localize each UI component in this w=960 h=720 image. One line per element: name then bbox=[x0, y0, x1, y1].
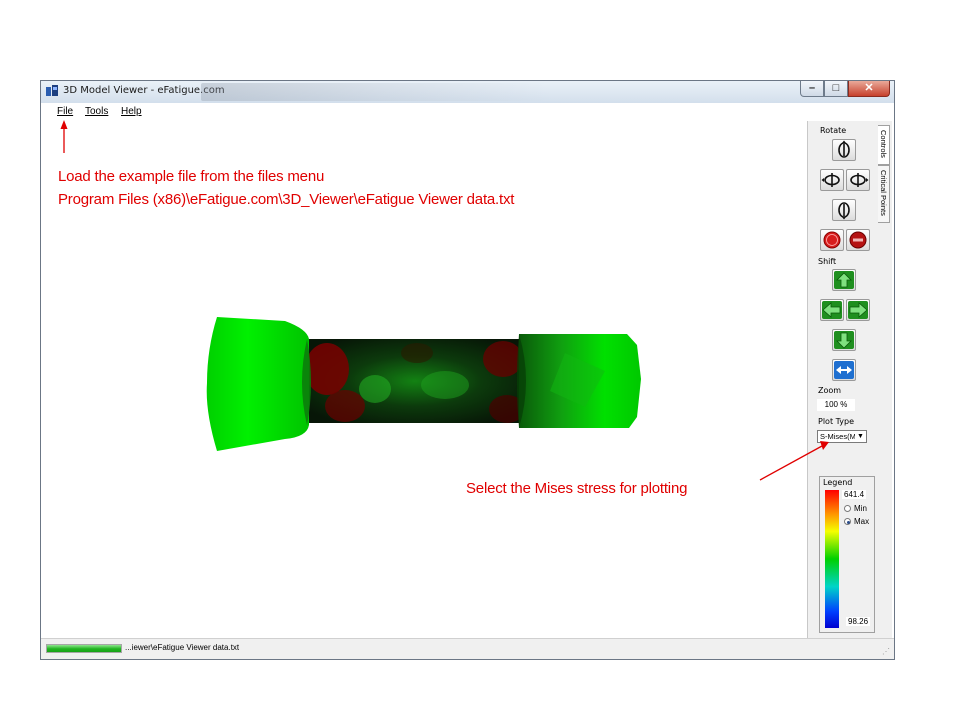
status-file-path: ...iewer\eFatigue Viewer data.txt bbox=[125, 643, 240, 652]
menu-tools[interactable]: Tools bbox=[85, 106, 108, 117]
zoom-field[interactable]: 100 % bbox=[817, 399, 855, 411]
radio-min-label: Min bbox=[854, 504, 867, 513]
load-progress-bar bbox=[46, 644, 122, 653]
tab-critical-points[interactable]: Critical Points bbox=[878, 165, 890, 223]
legend-title: Legend bbox=[823, 478, 853, 487]
menu-file[interactable]: File bbox=[57, 106, 73, 117]
annotation-load-line2: Program Files (x86)\eFatigue.com\3D_View… bbox=[58, 191, 515, 208]
legend-panel: Legend 641.4 Min Max 98.26 bbox=[819, 476, 875, 633]
close-button[interactable]: ✕ bbox=[848, 81, 890, 97]
status-bar: ...iewer\eFatigue Viewer data.txt ⋰ bbox=[41, 638, 894, 659]
radio-max[interactable] bbox=[844, 518, 851, 525]
maximize-button[interactable]: □ bbox=[824, 81, 848, 97]
tab-controls-label: Controls bbox=[879, 130, 888, 158]
legend-min-value: 98.26 bbox=[846, 617, 871, 626]
arrow-down-icon bbox=[834, 331, 854, 349]
stop-button[interactable] bbox=[820, 229, 844, 251]
close-icon: ✕ bbox=[864, 82, 874, 94]
rotate-vertical-icon bbox=[838, 140, 850, 158]
shift-left-button[interactable] bbox=[820, 299, 844, 321]
shift-up-button[interactable] bbox=[832, 269, 856, 291]
center-arrows-icon bbox=[834, 361, 854, 379]
window-controls: – □ ✕ bbox=[800, 81, 890, 99]
chevron-down-icon: ▼ bbox=[855, 431, 866, 442]
annotation-mises-note: Select the Mises stress for plotting bbox=[466, 480, 688, 497]
arrow-left-icon bbox=[822, 301, 842, 319]
rotate-up-button[interactable] bbox=[832, 139, 856, 161]
plot-type-select[interactable]: S-Mises(M ▼ bbox=[817, 430, 867, 443]
maximize-icon: □ bbox=[832, 82, 840, 94]
rotate-right-button[interactable] bbox=[846, 169, 870, 191]
resize-grip-icon[interactable]: ⋰ bbox=[882, 647, 890, 656]
legend-color-bar bbox=[825, 490, 839, 628]
shift-label: Shift bbox=[818, 257, 837, 266]
menu-help[interactable]: Help bbox=[121, 106, 142, 117]
shift-right-button[interactable] bbox=[846, 299, 870, 321]
radio-min[interactable] bbox=[844, 505, 851, 512]
center-button[interactable] bbox=[832, 359, 856, 381]
legend-max-value: 641.4 bbox=[842, 490, 867, 499]
right-panel: Rotate Shift Zoom 100 % Plot Type S-Mise… bbox=[807, 121, 892, 639]
rotate-vertical-down-icon bbox=[838, 202, 850, 220]
rotate-left-button[interactable] bbox=[820, 169, 844, 191]
legend-min-option[interactable]: Min bbox=[844, 504, 867, 513]
app-icon bbox=[46, 85, 58, 96]
rotate-left-icon bbox=[821, 173, 840, 187]
plot-type-label: Plot Type bbox=[818, 417, 854, 426]
stop-icon bbox=[823, 231, 841, 249]
radio-max-label: Max bbox=[854, 517, 870, 526]
app-window: 3D Model Viewer - eFatigue.com – □ ✕ Fil… bbox=[40, 80, 895, 660]
shift-down-button[interactable] bbox=[832, 329, 856, 351]
zoom-label: Zoom bbox=[818, 386, 842, 395]
controls-panel: Rotate Shift Zoom 100 % Plot Type S-Mise… bbox=[812, 121, 876, 639]
minimize-button[interactable]: – bbox=[800, 81, 824, 97]
minimize-icon: – bbox=[808, 82, 816, 94]
tab-controls[interactable]: Controls bbox=[878, 125, 890, 165]
rotate-down-button[interactable] bbox=[832, 199, 856, 221]
arrow-right-icon bbox=[848, 301, 868, 319]
rotate-right-icon bbox=[850, 173, 869, 187]
legend-max-option[interactable]: Max bbox=[844, 517, 869, 526]
tab-critical-points-label: Critical Points bbox=[879, 170, 888, 216]
menu-bar: File Tools Help bbox=[41, 103, 894, 121]
background-ghost bbox=[201, 83, 551, 101]
title-bar[interactable]: 3D Model Viewer - eFatigue.com – □ ✕ bbox=[41, 81, 894, 104]
reset-icon bbox=[849, 231, 867, 249]
rotate-label: Rotate bbox=[820, 126, 847, 135]
annotation-load-line1: Load the example file from the files men… bbox=[58, 168, 325, 185]
reset-button[interactable] bbox=[846, 229, 870, 251]
progress-fill bbox=[47, 645, 121, 652]
arrow-up-icon bbox=[834, 271, 854, 289]
plot-type-value: S-Mises(M bbox=[820, 432, 856, 441]
